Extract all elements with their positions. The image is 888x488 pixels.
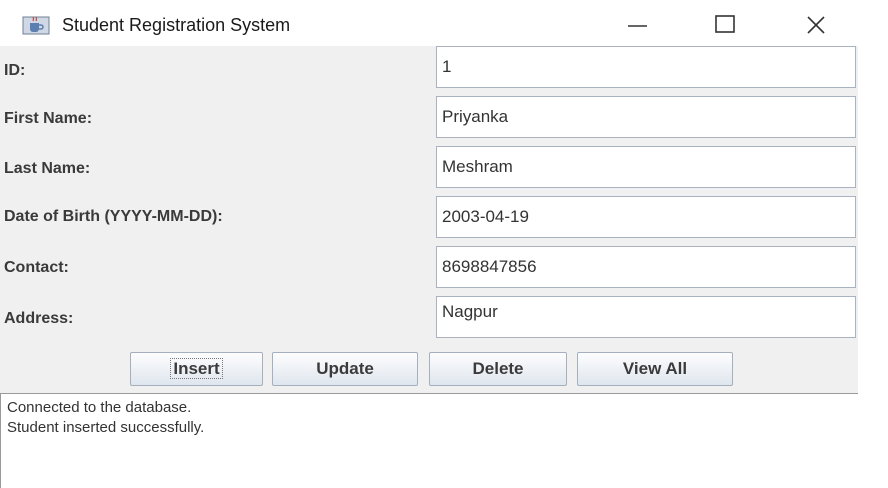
last-name-label: Last Name: bbox=[4, 160, 91, 177]
dob-label: Date of Birth (YYYY-MM-DD): bbox=[4, 208, 223, 225]
maximize-icon bbox=[715, 15, 735, 33]
minimize-button[interactable] bbox=[614, 8, 660, 42]
view-all-button[interactable]: View All bbox=[577, 352, 733, 386]
id-field[interactable] bbox=[436, 46, 856, 88]
address-field[interactable]: Nagpur bbox=[436, 296, 856, 338]
contact-field[interactable] bbox=[436, 246, 856, 288]
dob-field[interactable] bbox=[436, 196, 856, 238]
address-label: Address: bbox=[4, 310, 74, 327]
close-button[interactable] bbox=[794, 8, 840, 42]
title-bar[interactable]: Student Registration System bbox=[0, 0, 858, 46]
update-button[interactable]: Update bbox=[272, 352, 418, 386]
first-name-field[interactable] bbox=[436, 96, 856, 138]
close-icon bbox=[807, 16, 825, 34]
java-cup-icon bbox=[22, 14, 50, 36]
app-window: Student Registration System ID: First Na… bbox=[0, 0, 858, 488]
id-label: ID: bbox=[4, 62, 26, 79]
insert-button[interactable]: Insert bbox=[130, 352, 263, 386]
first-name-label: First Name: bbox=[4, 110, 93, 127]
insert-button-label: Insert bbox=[170, 358, 223, 379]
contact-label: Contact: bbox=[4, 259, 69, 276]
last-name-field[interactable] bbox=[436, 146, 856, 188]
maximize-button[interactable] bbox=[702, 8, 748, 42]
status-log[interactable]: Connected to the database. Student inser… bbox=[0, 393, 858, 488]
log-line: Student inserted successfully. bbox=[7, 419, 205, 436]
log-line: Connected to the database. bbox=[7, 399, 192, 416]
window-title: Student Registration System bbox=[62, 15, 291, 35]
delete-button[interactable]: Delete bbox=[429, 352, 567, 386]
minimize-icon bbox=[628, 25, 647, 27]
